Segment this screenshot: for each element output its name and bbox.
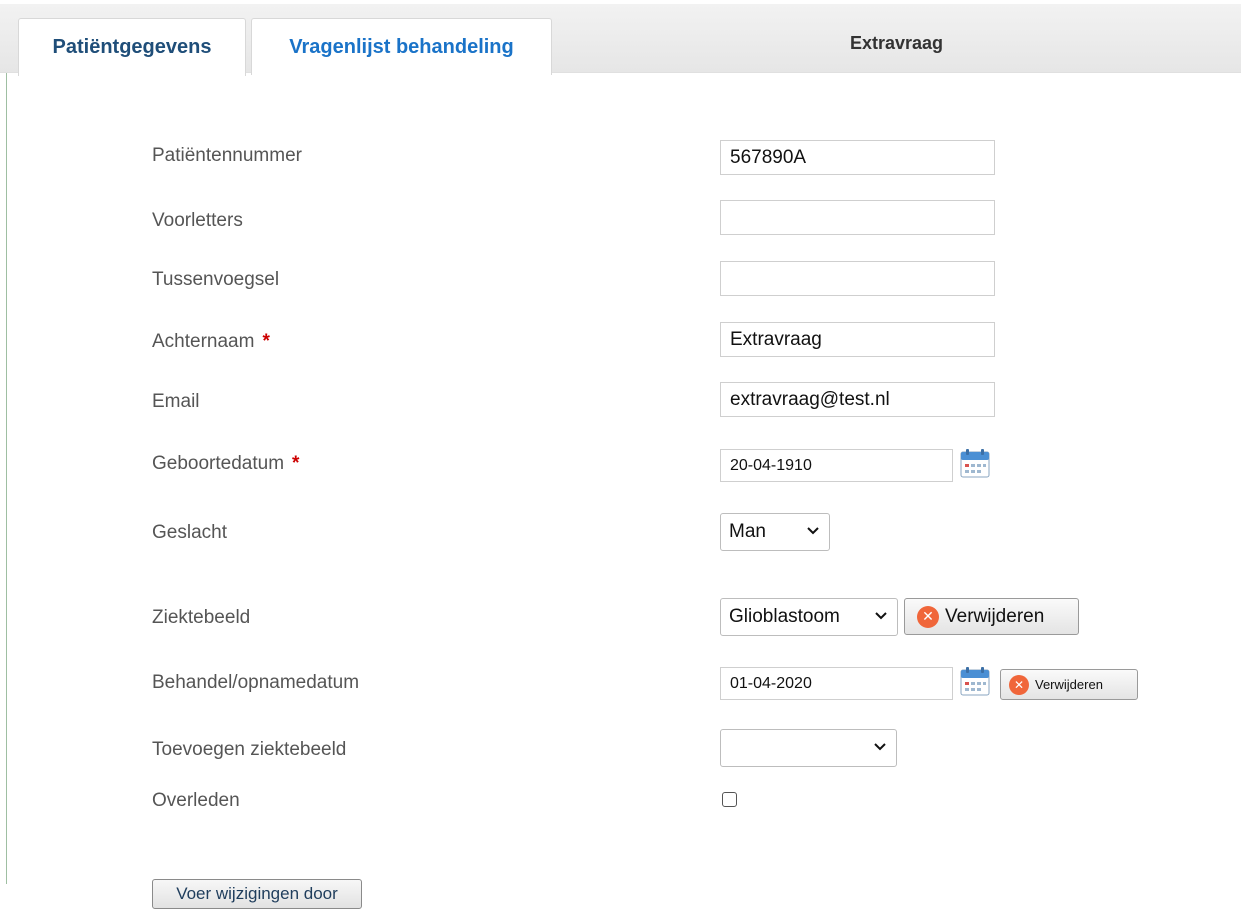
email-input[interactable]: [720, 382, 995, 417]
left-border-line: [6, 4, 7, 884]
remove-treatment-date-button[interactable]: ✕ Verwijderen: [1000, 669, 1138, 700]
disease-selected-value: Glioblastoom: [729, 606, 840, 627]
page-title: Extravraag: [849, 32, 944, 53]
remove-x-icon: ✕: [917, 605, 939, 628]
chevron-down-icon: [875, 612, 887, 620]
gender-select[interactable]: Man: [720, 513, 830, 551]
tab-patient-data[interactable]: Patiëntgegevens: [18, 18, 246, 76]
required-mark: *: [292, 453, 300, 474]
gender-selected-value: Man: [729, 521, 766, 542]
infix-label: Tussenvoegsel: [152, 269, 280, 290]
remove-disease-button[interactable]: ✕ Verwijderen: [904, 598, 1079, 635]
last-name-label-text: Achternaam: [152, 331, 255, 352]
remove-treatment-date-label: Verwijderen: [1035, 677, 1103, 692]
add-disease-label: Toevoegen ziektebeeld: [152, 739, 347, 760]
initials-input[interactable]: [720, 200, 995, 235]
calendar-icon[interactable]: [958, 446, 992, 480]
chevron-down-icon: [807, 527, 819, 535]
tab-treatment-questionnaire[interactable]: Vragenlijst behandeling: [251, 18, 552, 75]
tab-bar: Patiëntgegevens Vragenlijst behandeling …: [0, 4, 1241, 76]
initials-label: Voorletters: [152, 210, 243, 231]
patient-number-label: Patiëntennummer: [152, 145, 302, 166]
required-mark: *: [262, 331, 270, 352]
last-name-input[interactable]: [720, 322, 995, 357]
birth-date-label-text: Geboortedatum: [152, 453, 285, 474]
submit-changes-button[interactable]: Voer wijzigingen door: [152, 879, 362, 909]
birth-date-input[interactable]: [720, 449, 953, 482]
infix-input[interactable]: [720, 261, 995, 296]
deceased-checkbox[interactable]: [722, 792, 737, 807]
patient-number-input[interactable]: [720, 140, 995, 175]
chevron-down-icon: [874, 743, 886, 751]
add-disease-select[interactable]: [720, 729, 897, 767]
disease-select[interactable]: Glioblastoom: [720, 598, 898, 636]
treatment-date-input[interactable]: [720, 667, 953, 700]
deceased-label: Overleden: [152, 790, 240, 811]
last-name-label: Achternaam *: [152, 330, 270, 354]
email-label: Email: [152, 391, 200, 412]
birth-date-label: Geboortedatum *: [152, 452, 299, 476]
treatment-date-label: Behandel/opnamedatum: [152, 672, 360, 693]
disease-label: Ziektebeeld: [152, 607, 251, 628]
remove-disease-label: Verwijderen: [945, 605, 1045, 627]
calendar-icon[interactable]: [958, 664, 992, 698]
gender-label: Geslacht: [152, 522, 227, 543]
remove-x-icon: ✕: [1009, 674, 1029, 695]
